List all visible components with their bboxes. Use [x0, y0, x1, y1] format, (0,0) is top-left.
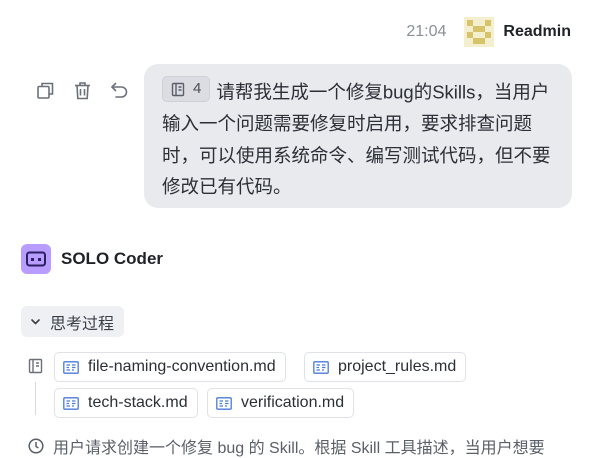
- file-chip[interactable]: file-naming-convention.md: [54, 352, 286, 382]
- file-name: verification.md: [241, 394, 345, 411]
- agent-avatar: [21, 244, 51, 274]
- markdown-file-icon: [313, 360, 329, 374]
- copy-icon: [36, 82, 53, 99]
- copy-button[interactable]: [35, 80, 55, 100]
- user-avatar[interactable]: [464, 17, 495, 47]
- message-actions: [35, 80, 129, 100]
- trash-icon: [74, 81, 90, 99]
- file-name: file-naming-convention.md: [88, 358, 276, 375]
- undo-button[interactable]: [109, 80, 129, 100]
- file-chip[interactable]: verification.md: [207, 388, 355, 418]
- thinking-toggle[interactable]: 思考过程: [21, 306, 125, 337]
- message-time: 21:04: [406, 23, 447, 40]
- thinking-summary-text: 用户请求创建一个修复 bug 的 Skill。根据 Skill 工具描述，当用户…: [53, 440, 545, 457]
- message-header: 21:04 Readmin: [406, 14, 571, 50]
- files-connector-line: [35, 382, 36, 415]
- agent-header: SOLO Coder: [21, 244, 163, 274]
- delete-button[interactable]: [72, 80, 92, 100]
- undo-icon: [110, 82, 127, 98]
- chevron-down-icon: [31, 318, 40, 324]
- file-name: project_rules.md: [338, 358, 457, 375]
- agent-name: SOLO Coder: [61, 249, 164, 268]
- file-chip[interactable]: project_rules.md: [304, 352, 467, 382]
- context-reference-chip[interactable]: 4: [162, 76, 211, 102]
- user-message-text: 请帮我生成一个修复bug的Skills，当用户输入一个问题需要修复时启用，要求排…: [162, 81, 551, 198]
- book-icon: [171, 82, 185, 96]
- thinking-label: 思考过程: [50, 315, 115, 333]
- reference-count: 4: [193, 80, 202, 98]
- thinking-summary: 用户请求创建一个修复 bug 的 Skill。根据 Skill 工具描述，当用户…: [28, 434, 545, 458]
- markdown-file-icon: [216, 396, 232, 410]
- clock-icon: [28, 438, 44, 454]
- user-message-bubble: 4 请帮我生成一个修复bug的Skills，当用户输入一个问题需要修复时启用，要…: [144, 64, 572, 208]
- file-chip[interactable]: tech-stack.md: [54, 388, 198, 418]
- file-name: tech-stack.md: [88, 394, 188, 411]
- markdown-file-icon: [63, 396, 79, 410]
- markdown-file-icon: [63, 360, 79, 374]
- username: Readmin: [503, 23, 571, 40]
- robot-icon: [26, 251, 46, 267]
- book-icon: [28, 358, 43, 374]
